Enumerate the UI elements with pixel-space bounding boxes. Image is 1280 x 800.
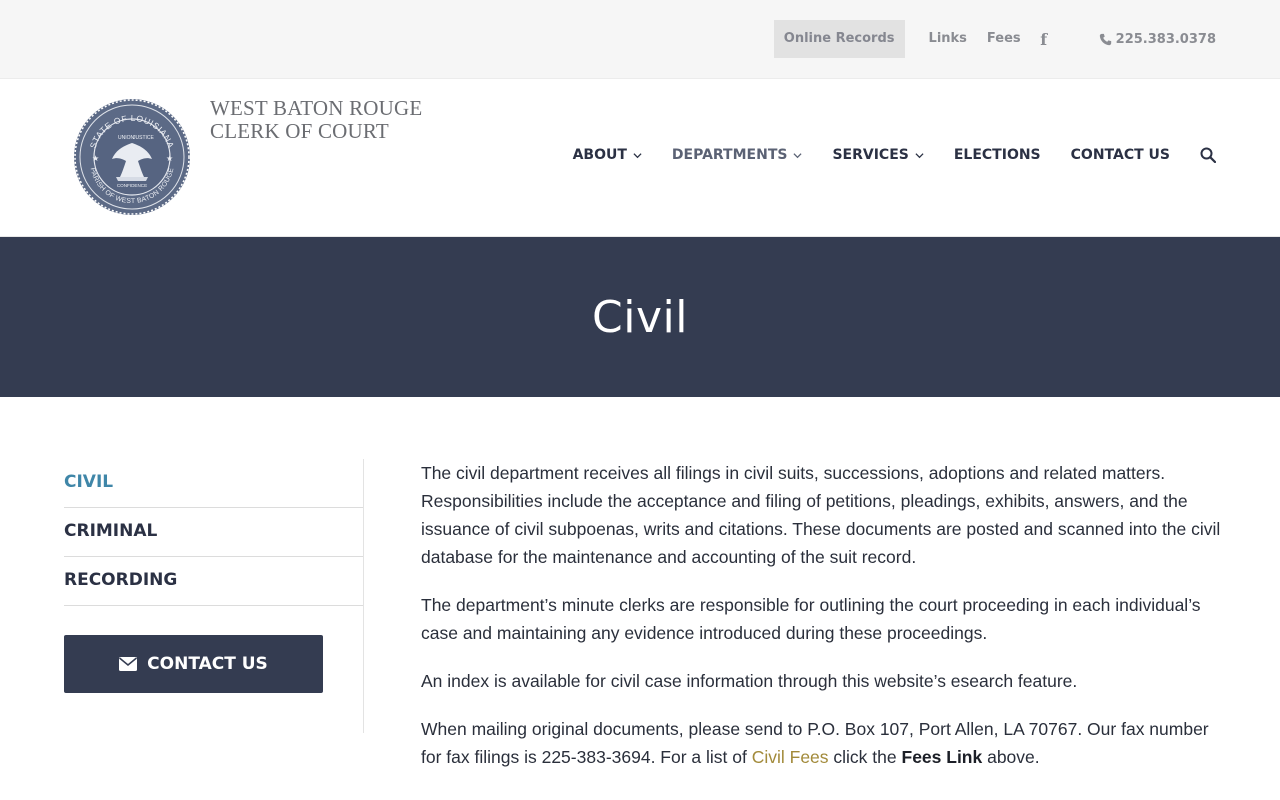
contact-button-label: CONTACT US [147,654,268,674]
sidebar-item-civil[interactable]: CIVIL [64,459,363,508]
envelope-icon [119,657,138,671]
nav-departments[interactable]: DEPARTMENTS [672,147,803,163]
seal-icon: STATE OF LOUISIANA PARISH OF WEST BATON … [74,99,190,215]
online-records-link[interactable]: Online Records [773,20,905,58]
site-header: STATE OF LOUISIANA PARISH OF WEST BATON … [0,79,1280,237]
parish-seal-logo[interactable]: STATE OF LOUISIANA PARISH OF WEST BATON … [72,97,192,217]
chevron-down-icon [633,152,642,158]
brand-line-1: WEST BATON ROUGE [210,96,423,120]
phone-number: 225.383.0378 [1115,31,1216,47]
chevron-down-icon [915,152,924,158]
seal-justice: JUSTICE [133,135,155,141]
nav-about-label: ABOUT [572,147,627,163]
utility-links: Online Records Links Fees f 225.383.0378 [773,20,1216,58]
phone-icon [1099,33,1111,45]
paragraph-mailing: When mailing original documents, please … [421,715,1221,771]
mailing-text-2: click the [828,747,902,767]
nav-contact-label: CONTACT US [1070,147,1170,163]
sidebar-item-criminal[interactable]: CRIMINAL [64,508,363,557]
main-article: The civil department receives all filing… [421,459,1221,791]
nav-about[interactable]: ABOUT [573,147,642,163]
civil-fees-link[interactable]: Civil Fees [752,747,829,767]
mailing-text-3: above. [982,747,1040,767]
contact-us-button[interactable]: CONTACT US [64,635,323,693]
links-link[interactable]: Links [919,20,977,58]
paragraph-intro: The civil department receives all filing… [421,463,1221,567]
chevron-down-icon [793,152,802,158]
facebook-icon[interactable]: f [1033,30,1055,49]
svg-text:★: ★ [166,154,173,163]
seal-confidence: CONFIDENCE [117,183,147,188]
fees-link[interactable]: Fees [977,20,1031,58]
nav-contact-us[interactable]: CONTACT US [1071,147,1170,163]
sidebar-item-recording[interactable]: RECORDING [64,557,363,606]
nav-services-label: SERVICES [832,147,909,163]
page-title: Civil [592,291,688,343]
fees-link-label: Fees Link [901,747,983,767]
nav-elections-label: ELECTIONS [953,147,1041,163]
phone-link[interactable]: 225.383.0378 [1099,32,1216,47]
nav-departments-label: DEPARTMENTS [671,147,788,163]
page-content: CIVIL CRIMINAL RECORDING CONTACT US The … [0,397,1280,800]
top-utility-bar: Online Records Links Fees f 225.383.0378 [0,0,1280,79]
page-hero: Civil [0,237,1280,397]
sidebar: CIVIL CRIMINAL RECORDING CONTACT US [64,459,364,733]
main-nav: ABOUT DEPARTMENTS SERVICES ELECTIONS CON… [573,147,1216,163]
paragraph-minute-clerks: The department’s minute clerks are respo… [421,595,1201,643]
search-icon[interactable] [1200,147,1216,163]
svg-text:★: ★ [92,154,99,163]
paragraph-index: An index is available for civil case inf… [421,671,1078,691]
brand-line-2: CLERK OF COURT [210,119,389,143]
site-brand[interactable]: WEST BATON ROUGE CLERK OF COURT [210,97,422,143]
nav-elections[interactable]: ELECTIONS [954,147,1041,163]
nav-services[interactable]: SERVICES [832,147,924,163]
